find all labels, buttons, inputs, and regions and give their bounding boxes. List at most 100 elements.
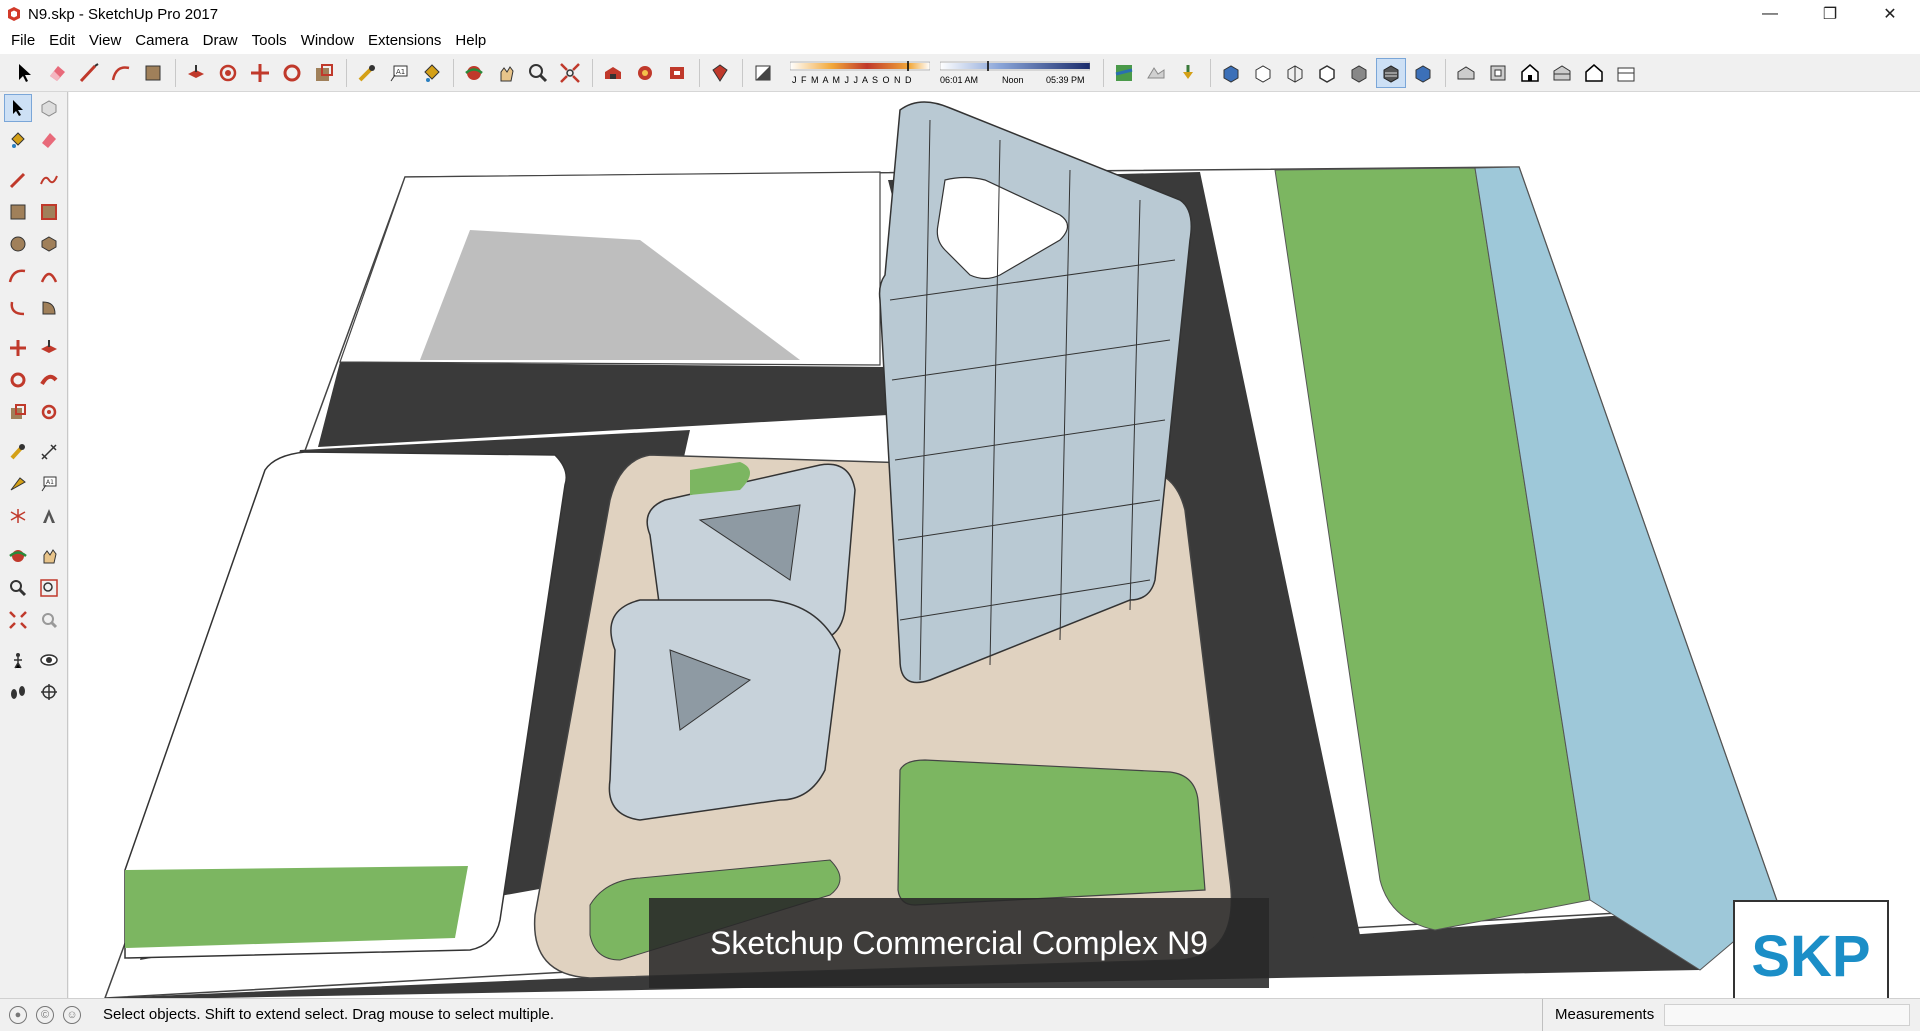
axes-tool-icon[interactable] [4, 502, 32, 530]
text-tool-icon[interactable]: A1 [384, 58, 414, 88]
polygon-tool-icon[interactable] [35, 230, 63, 258]
scale-tool-icon[interactable] [309, 58, 339, 88]
protractor-tool-icon[interactable] [4, 470, 32, 498]
xray-style-icon[interactable] [1216, 58, 1246, 88]
rotate-tool-icon[interactable] [277, 58, 307, 88]
terrain-icon[interactable] [1141, 58, 1171, 88]
select-tool-icon[interactable] [4, 94, 33, 122]
zoom-window-tool-icon[interactable] [35, 574, 63, 602]
wireframe-style-icon[interactable] [1280, 58, 1310, 88]
close-button[interactable]: ✕ [1860, 0, 1920, 28]
menu-extensions[interactable]: Extensions [361, 28, 448, 54]
zoom-tool-icon[interactable] [4, 574, 32, 602]
measurements-input[interactable] [1664, 1004, 1910, 1026]
back-edges-style-icon[interactable] [1248, 58, 1278, 88]
walk-tool-icon[interactable] [4, 678, 32, 706]
position-camera-tool-icon[interactable] [4, 646, 32, 674]
menu-draw[interactable]: Draw [196, 28, 245, 54]
rectangle-tool-icon[interactable] [138, 58, 168, 88]
rotate-tool-icon[interactable] [4, 366, 32, 394]
freehand-tool-icon[interactable] [35, 166, 63, 194]
follow-me-tool-icon[interactable] [35, 366, 63, 394]
arc-tool-icon[interactable] [4, 262, 32, 290]
skp-logo: SKP [1733, 900, 1889, 998]
minimize-button[interactable]: — [1740, 0, 1800, 28]
window-title: N9.skp - SketchUp Pro 2017 [28, 5, 219, 23]
time-end-label: 05:39 PM [1046, 74, 1085, 85]
add-location-icon[interactable] [1109, 58, 1139, 88]
menu-tools[interactable]: Tools [245, 28, 294, 54]
move-tool-icon[interactable] [4, 334, 32, 362]
menu-file[interactable]: File [4, 28, 42, 54]
menu-edit[interactable]: Edit [42, 28, 82, 54]
section-plane-tool-icon[interactable] [35, 678, 63, 706]
shaded-textures-style-icon[interactable] [1376, 57, 1406, 88]
three-point-arc-tool-icon[interactable] [4, 294, 32, 322]
time-slider[interactable]: 06:01 AM Noon 05:39 PM [939, 59, 1091, 87]
push-pull-tool-icon[interactable] [35, 334, 63, 362]
move-tool-icon[interactable] [245, 58, 275, 88]
eraser-tool-icon[interactable] [35, 126, 63, 154]
iso-view-icon[interactable] [1451, 58, 1481, 88]
menu-window[interactable]: Window [294, 28, 361, 54]
tape-measure-tool-icon[interactable] [352, 58, 382, 88]
rectangle-tool-icon[interactable] [4, 198, 32, 226]
orbit-tool-icon[interactable] [459, 58, 489, 88]
user-account-icon[interactable]: ☺ [63, 1005, 81, 1024]
tape-measure-tool-icon[interactable] [4, 438, 32, 466]
eraser-tool-icon[interactable] [42, 58, 72, 88]
menu-help[interactable]: Help [448, 28, 493, 54]
hidden-line-style-icon[interactable] [1312, 58, 1342, 88]
select-tool-icon[interactable] [10, 58, 40, 88]
shaded-style-icon[interactable] [1344, 58, 1374, 88]
warehouse-icon[interactable] [598, 58, 628, 88]
lawn-south [897, 759, 1206, 906]
menu-camera[interactable]: Camera [128, 28, 195, 54]
back-view-icon[interactable] [1579, 58, 1609, 88]
shadows-toggle-icon[interactable] [748, 58, 778, 88]
text-tool-icon[interactable]: A1 [35, 470, 63, 498]
extension-warehouse-icon[interactable] [662, 58, 692, 88]
monochrome-style-icon[interactable] [1408, 58, 1438, 88]
rotated-rectangle-tool-icon[interactable] [35, 198, 63, 226]
model-viewport[interactable]: Sketchup Commercial Complex N9 SKP [69, 92, 1920, 998]
status-bar: ● © ☺ Select objects. Shift to extend se… [0, 998, 1920, 1031]
previous-view-icon[interactable] [35, 606, 63, 634]
dimension-tool-icon[interactable] [35, 438, 63, 466]
line-tool-icon[interactable] [4, 166, 32, 194]
two-point-arc-tool-icon[interactable] [35, 262, 63, 290]
right-view-icon[interactable] [1547, 58, 1577, 88]
month-slider[interactable]: J F M A M J J A S O N D [789, 59, 931, 87]
credits-icon[interactable]: © [36, 1005, 54, 1024]
offset-tool-icon[interactable] [213, 58, 243, 88]
pan-tool-icon[interactable] [491, 58, 521, 88]
photo-texture-icon[interactable] [1173, 58, 1203, 88]
ruby-console-icon[interactable] [705, 58, 735, 88]
zoom-tool-icon[interactable] [523, 58, 553, 88]
circle-tool-icon[interactable] [4, 230, 32, 258]
make-component-icon[interactable] [35, 94, 63, 122]
orbit-tool-icon[interactable] [4, 542, 32, 570]
push-pull-tool-icon[interactable] [181, 58, 211, 88]
offset-tool-icon[interactable] [35, 398, 63, 426]
line-tool-icon[interactable] [74, 58, 104, 88]
paint-bucket-tool-icon[interactable] [416, 58, 446, 88]
look-around-tool-icon[interactable] [35, 646, 63, 674]
pie-tool-icon[interactable] [35, 294, 63, 322]
zoom-extents-tool-icon[interactable] [555, 58, 585, 88]
geo-location-icon[interactable]: ● [9, 1005, 27, 1024]
time-start-label: 06:01 AM [940, 74, 979, 85]
zoom-extents-tool-icon[interactable] [4, 606, 32, 634]
left-view-icon[interactable] [1611, 58, 1641, 88]
menu-view[interactable]: View [82, 28, 128, 54]
paint-bucket-tool-icon[interactable] [4, 126, 32, 154]
pan-tool-icon[interactable] [35, 542, 63, 570]
top-view-icon[interactable] [1483, 58, 1513, 88]
3d-text-tool-icon[interactable] [35, 502, 63, 530]
arc-tool-icon[interactable] [106, 58, 136, 88]
scale-tool-icon[interactable] [4, 398, 32, 426]
share-model-icon[interactable] [630, 58, 660, 88]
lawn-west [125, 866, 468, 948]
front-view-icon[interactable] [1515, 58, 1545, 88]
restore-button[interactable]: ❐ [1800, 0, 1860, 28]
